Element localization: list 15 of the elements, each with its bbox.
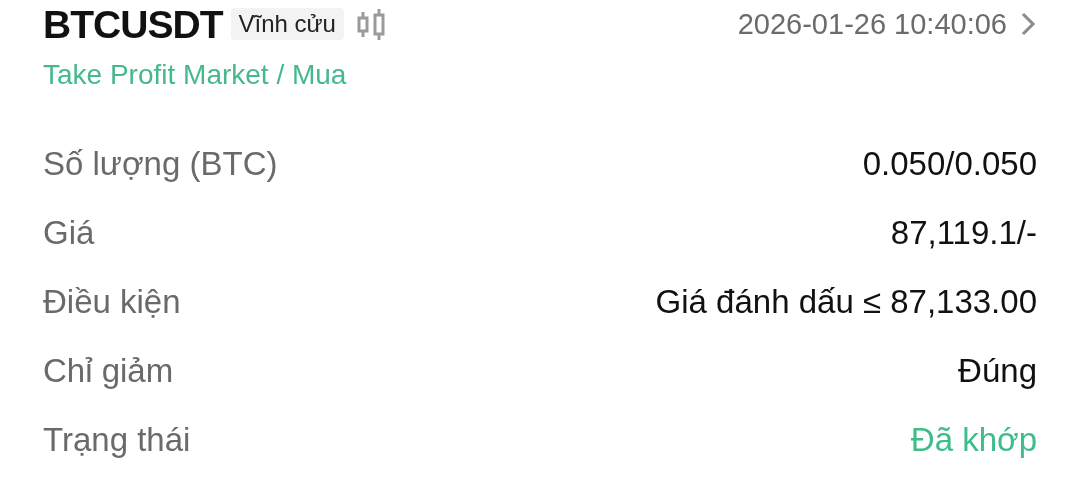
detail-label: Điều kiện <box>43 284 181 318</box>
detail-label: Số lượng (BTC) <box>43 146 278 180</box>
order-type: Take Profit Market / Mua <box>43 61 348 89</box>
order-time: 2026-01-26 10:40:06 <box>737 9 1007 39</box>
detail-label: Trạng thái <box>43 422 191 456</box>
symbol-title: BTCUSDT <box>43 4 223 44</box>
detail-value: 0.050/0.050 <box>862 146 1037 180</box>
detail-value: Giá đánh dấu ≤ 87,133.00 <box>655 284 1037 318</box>
chevron-right-icon[interactable] <box>1019 11 1037 37</box>
detail-value: 87,119.1/- <box>890 215 1037 249</box>
detail-value: Đã khớp <box>910 422 1037 456</box>
detail-label: Chỉ giảm <box>43 353 174 387</box>
detail-label: Giá <box>43 215 95 249</box>
perpetual-badge: Vĩnh cửu <box>230 8 344 40</box>
detail-value: Đúng <box>958 353 1037 387</box>
